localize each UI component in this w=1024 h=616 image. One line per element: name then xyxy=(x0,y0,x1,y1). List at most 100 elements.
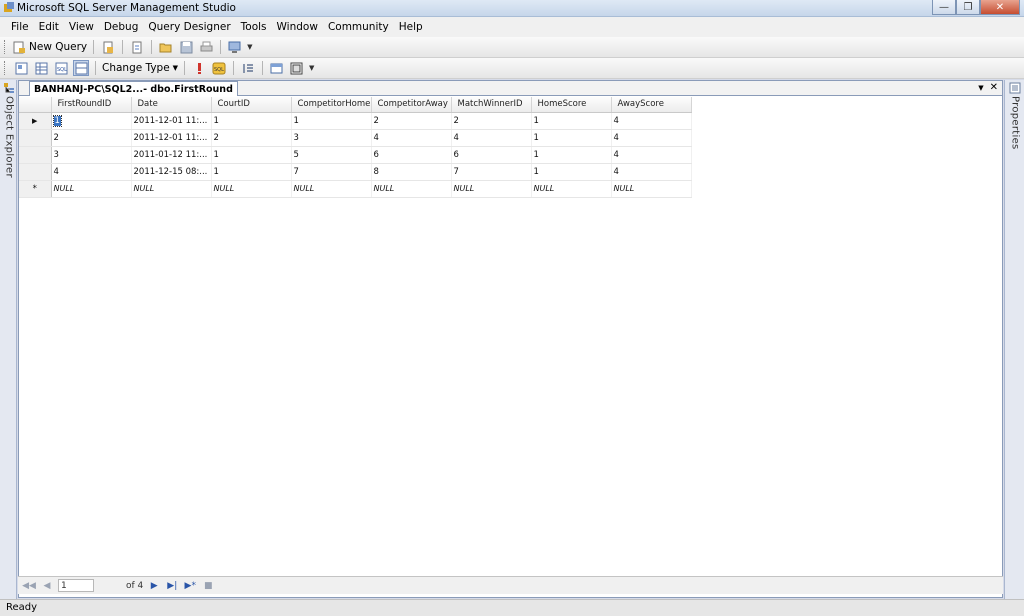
table-cell[interactable]: 6 xyxy=(371,146,452,164)
table-cell[interactable]: 4 xyxy=(51,163,132,181)
open-button[interactable] xyxy=(158,39,174,55)
new-row[interactable]: * NULL NULL NULL NULL NULL NULL NULL NUL… xyxy=(19,180,692,198)
table-cell[interactable]: 1 xyxy=(531,163,612,181)
null-cell[interactable]: NULL xyxy=(451,180,532,198)
table-cell[interactable]: 4 xyxy=(371,129,452,147)
object-explorer-tab[interactable]: Object Explorer xyxy=(2,82,16,178)
add-file-button[interactable] xyxy=(129,39,145,55)
table-cell[interactable]: 1 xyxy=(211,163,292,181)
menu-file[interactable]: File xyxy=(6,21,34,33)
null-cell[interactable]: NULL xyxy=(131,180,212,198)
table-cell[interactable]: 1 xyxy=(211,146,292,164)
table-cell[interactable]: 1 xyxy=(211,112,292,130)
group-by-button[interactable] xyxy=(240,60,256,76)
null-cell[interactable]: NULL xyxy=(291,180,372,198)
table-cell[interactable]: 1 xyxy=(51,112,132,130)
row-selector[interactable] xyxy=(19,129,52,147)
show-sql-pane-button[interactable]: SQL xyxy=(53,60,69,76)
document-tab[interactable]: BANHANJ-PC\SQL2...- dbo.FirstRound xyxy=(29,81,238,96)
menu-view[interactable]: View xyxy=(64,21,99,33)
toolbar-overflow-icon[interactable]: ▼ xyxy=(247,43,252,51)
null-cell[interactable]: NULL xyxy=(531,180,612,198)
column-header[interactable]: CompetitorHome xyxy=(291,97,372,113)
first-record-button[interactable]: ◀◀ xyxy=(22,579,36,593)
toolbar-grip[interactable] xyxy=(4,40,7,54)
minimize-button[interactable]: — xyxy=(932,0,956,15)
menu-help[interactable]: Help xyxy=(394,21,428,33)
save-button[interactable] xyxy=(178,39,194,55)
table-cell[interactable]: 2011-12-01 11:... xyxy=(131,129,212,147)
new-file-button[interactable] xyxy=(100,39,116,55)
close-document-icon[interactable]: ✕ xyxy=(990,81,998,96)
row-selector-header[interactable] xyxy=(19,97,52,113)
table-row[interactable]: 2 2011-12-01 11:... 2 3 4 4 1 4 xyxy=(19,129,692,147)
table-cell[interactable]: 3 xyxy=(291,129,372,147)
table-cell[interactable]: 2 xyxy=(451,112,532,130)
column-header[interactable]: HomeScore xyxy=(531,97,612,113)
close-button[interactable]: ✕ xyxy=(980,0,1020,15)
show-diagram-pane-button[interactable] xyxy=(13,60,29,76)
table-cell[interactable]: 5 xyxy=(291,146,372,164)
verify-sql-button[interactable]: SQL xyxy=(211,60,227,76)
menu-community[interactable]: Community xyxy=(323,21,394,33)
null-cell[interactable]: NULL xyxy=(51,180,132,198)
null-cell[interactable]: NULL xyxy=(371,180,452,198)
row-selector[interactable] xyxy=(19,146,52,164)
execute-sql-button[interactable] xyxy=(191,60,207,76)
table-cell[interactable]: 1 xyxy=(531,112,612,130)
table-cell[interactable]: 8 xyxy=(371,163,452,181)
stop-button[interactable]: ■ xyxy=(201,579,215,593)
table-row[interactable]: 3 2011-01-12 11:... 1 5 6 6 1 4 xyxy=(19,146,692,164)
column-header[interactable]: CompetitorAway xyxy=(371,97,452,113)
table-cell[interactable]: 2 xyxy=(371,112,452,130)
table-cell[interactable]: 6 xyxy=(451,146,532,164)
null-cell[interactable]: NULL xyxy=(211,180,292,198)
table-cell[interactable]: 1 xyxy=(291,112,372,130)
show-criteria-pane-button[interactable] xyxy=(33,60,49,76)
column-header[interactable]: Date xyxy=(131,97,212,113)
table-cell[interactable]: 2 xyxy=(51,129,132,147)
current-row-indicator[interactable]: ▶ xyxy=(19,112,52,130)
menu-window[interactable]: Window xyxy=(272,21,323,33)
table-cell[interactable]: 4 xyxy=(611,163,692,181)
next-record-button[interactable]: ▶ xyxy=(147,579,161,593)
null-cell[interactable]: NULL xyxy=(611,180,692,198)
column-header[interactable]: MatchWinnerID xyxy=(451,97,532,113)
column-header[interactable]: CourtID xyxy=(211,97,292,113)
window-position-dropdown-icon[interactable]: ▼ xyxy=(978,81,983,96)
table-cell[interactable]: 1 xyxy=(531,129,612,147)
toolbar-overflow-icon[interactable]: ▼ xyxy=(309,64,314,72)
table-row[interactable]: 4 2011-12-15 08:... 1 7 8 7 1 4 xyxy=(19,163,692,181)
new-record-button[interactable]: ▶* xyxy=(183,579,197,593)
new-query-button[interactable]: New Query xyxy=(11,41,89,54)
add-derived-table-button[interactable] xyxy=(289,60,305,76)
table-cell[interactable]: 2011-12-01 11:... xyxy=(131,112,212,130)
menu-tools[interactable]: Tools xyxy=(236,21,272,33)
menu-query-designer[interactable]: Query Designer xyxy=(143,21,235,33)
table-cell[interactable]: 7 xyxy=(451,163,532,181)
table-cell[interactable]: 1 xyxy=(531,146,612,164)
column-header[interactable]: AwayScore xyxy=(611,97,692,113)
table-cell[interactable]: 2011-01-12 11:... xyxy=(131,146,212,164)
table-cell[interactable]: 4 xyxy=(451,129,532,147)
previous-record-button[interactable]: ◀ xyxy=(40,579,54,593)
focused-cell-value[interactable]: 1 xyxy=(52,114,62,127)
print-button[interactable] xyxy=(198,39,214,55)
new-row-marker[interactable]: * xyxy=(19,180,52,198)
table-cell[interactable]: 7 xyxy=(291,163,372,181)
table-cell[interactable]: 2011-12-15 08:... xyxy=(131,163,212,181)
change-type-dropdown[interactable]: Change Type ▼ xyxy=(100,62,180,74)
toolbar-grip[interactable] xyxy=(4,61,7,75)
activity-monitor-button[interactable] xyxy=(227,39,243,55)
row-selector[interactable] xyxy=(19,163,52,181)
column-header[interactable]: FirstRoundID xyxy=(51,97,132,113)
table-cell[interactable]: 2 xyxy=(211,129,292,147)
last-record-button[interactable]: ▶| xyxy=(165,579,179,593)
show-results-pane-button[interactable] xyxy=(73,60,89,76)
current-record-input[interactable]: 1 xyxy=(58,579,94,592)
table-cell[interactable]: 4 xyxy=(611,112,692,130)
table-cell[interactable]: 4 xyxy=(611,129,692,147)
add-table-button[interactable] xyxy=(269,60,285,76)
maximize-button[interactable]: ❐ xyxy=(956,0,980,15)
properties-tab[interactable]: Properties xyxy=(1008,82,1022,150)
